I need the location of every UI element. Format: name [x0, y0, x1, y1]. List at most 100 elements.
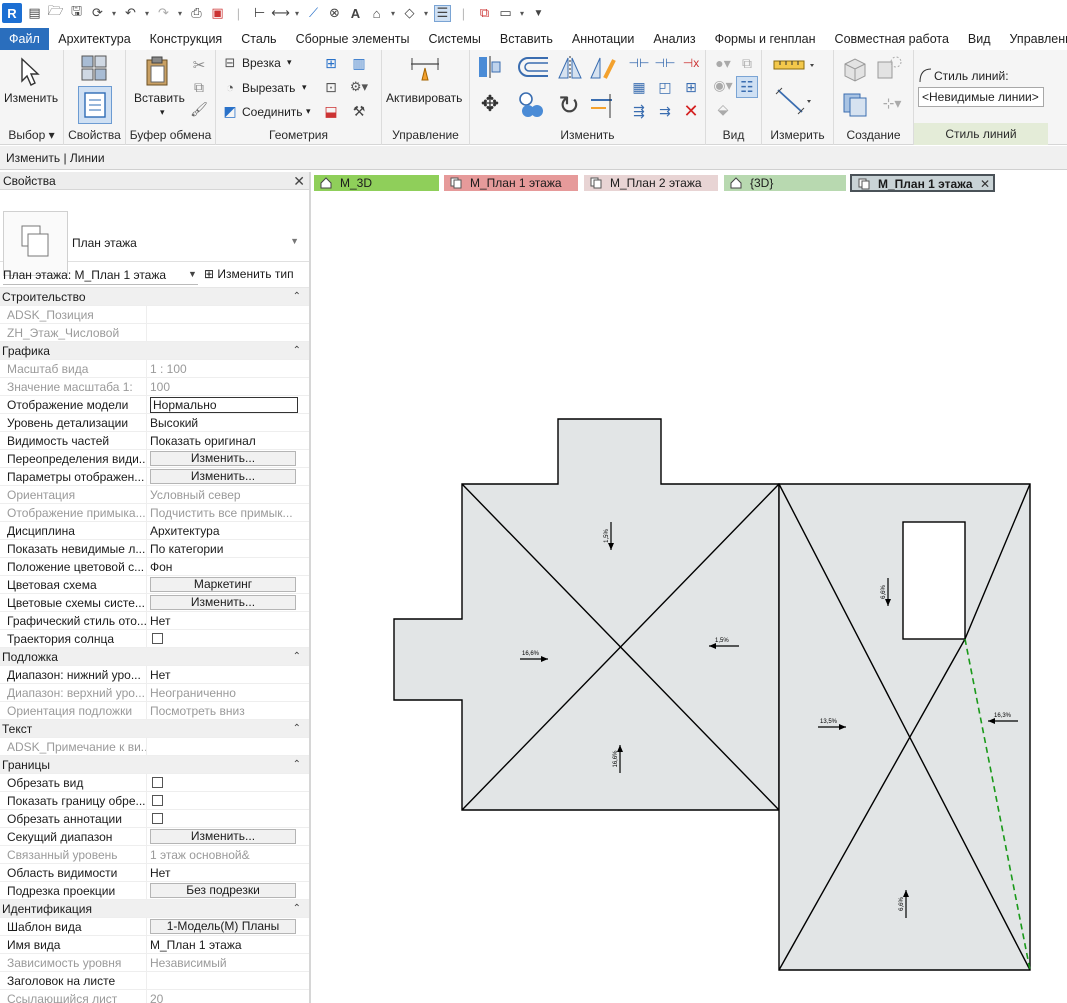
close-hidden-icon[interactable]: ⧉ [476, 5, 493, 22]
menu-architecture[interactable]: Архитектура [49, 28, 140, 50]
collapse-icon[interactable]: ⌃ [293, 900, 301, 918]
scale-icon[interactable]: ◰ [656, 78, 674, 96]
edit-type-button[interactable]: ⊞ Изменить тип [204, 267, 294, 281]
menu-precast[interactable]: Сборные элементы [286, 28, 419, 50]
type-selector[interactable]: План этажа ▼ [0, 190, 309, 276]
trim-single-icon[interactable]: ⇶ [630, 102, 648, 120]
property-group[interactable]: Текст ⌃ [0, 720, 309, 738]
view-overlay-icon[interactable]: ⧉ [738, 54, 756, 72]
unpin-icon[interactable]: ⊣x [682, 54, 700, 72]
menu-annotate[interactable]: Аннотации [562, 28, 643, 50]
text-icon[interactable]: A [347, 5, 364, 22]
chevron-down-icon[interactable]: ▾ [176, 5, 184, 22]
create-assembly-icon[interactable] [840, 54, 870, 84]
property-edit-button[interactable]: Маркетинг [150, 577, 296, 592]
type-properties-icon[interactable] [78, 53, 110, 83]
join-dropdown-icon[interactable]: ▾ [306, 106, 311, 117]
menu-manage[interactable]: Управление [1000, 28, 1067, 50]
app-logo[interactable]: R [2, 3, 22, 23]
property-value[interactable]: Изменить... [147, 450, 309, 467]
copy-element-icon[interactable] [516, 90, 546, 120]
array-icon[interactable]: ▦ [630, 78, 648, 96]
property-checkbox[interactable] [152, 633, 163, 644]
menu-file[interactable]: Файл [0, 28, 49, 50]
view-instance-select[interactable]: План этажа: М_План 1 этажа [3, 268, 198, 285]
property-value[interactable] [147, 792, 309, 809]
hide-bulb-icon[interactable]: ●▾ [714, 54, 732, 72]
view-tab[interactable]: {3D} [724, 175, 846, 191]
join-icon[interactable]: ◩ [222, 103, 238, 119]
collapse-icon[interactable]: ⌃ [293, 648, 301, 666]
mirror-draw-icon[interactable] [588, 54, 616, 82]
property-group[interactable]: Графика ⌃ [0, 342, 309, 360]
property-value[interactable]: Нормально [147, 396, 309, 413]
chevron-down-icon[interactable]: ▾ [293, 5, 301, 22]
file-icon[interactable]: ▤ [26, 5, 43, 22]
property-value[interactable]: Без подрезки [147, 882, 309, 899]
collapse-icon[interactable]: ⌃ [293, 288, 301, 306]
property-value[interactable]: Нет [147, 864, 309, 881]
wall-joins-icon[interactable]: ⊡ [322, 78, 340, 96]
property-input[interactable]: Нормально [150, 397, 298, 413]
property-value[interactable]: Фон [147, 558, 309, 575]
chevron-down-icon[interactable]: ▾ [110, 5, 118, 22]
type-dropdown-icon[interactable]: ▼ [290, 236, 299, 246]
edit-cut-profile-icon[interactable]: ⬓ [322, 102, 340, 120]
override-graphics-icon[interactable]: ◉▾ [713, 76, 732, 94]
collapse-icon[interactable]: ⌃ [293, 720, 301, 738]
paste-button[interactable]: Вставить [134, 91, 185, 105]
thin-lines-icon[interactable]: ☰ [434, 4, 451, 22]
rotate-icon[interactable]: ↻ [554, 90, 584, 120]
modify-button[interactable]: Изменить [4, 91, 58, 105]
split-face-icon[interactable]: ⊞ [322, 54, 340, 72]
create-parts-icon[interactable] [874, 54, 904, 84]
hammer-icon[interactable]: ⚒ [350, 102, 368, 120]
property-value[interactable]: Нет [147, 666, 309, 683]
property-group[interactable]: Строительство ⌃ [0, 288, 309, 306]
tag-icon[interactable]: ⟋ [305, 5, 322, 22]
cut-out-button[interactable]: Вырезать [242, 81, 295, 95]
view-tab[interactable]: М_План 1 этажа [444, 175, 578, 191]
property-value[interactable]: Изменить... [147, 828, 309, 845]
paint-bucket-icon[interactable]: ⬙ [714, 100, 732, 118]
trim-extend-icon[interactable] [588, 90, 618, 120]
collapse-icon[interactable]: ⌃ [293, 342, 301, 360]
paste-dropdown-icon[interactable]: ▾ [160, 107, 165, 118]
match-type-icon[interactable]: 🖌 [190, 100, 208, 118]
copy-icon[interactable]: ⧉ [190, 78, 208, 96]
create-similar-icon[interactable]: ⊹▾ [878, 88, 906, 118]
align-icon[interactable] [476, 54, 502, 80]
panel-select-label[interactable]: Выбор ▾ [0, 128, 63, 142]
open-icon[interactable]: 🗁 [47, 3, 64, 22]
dimension-icon[interactable]: ⟷ [271, 5, 290, 22]
create-group-icon[interactable] [840, 88, 872, 120]
menu-massing-site[interactable]: Формы и генплан [705, 28, 825, 50]
print-icon[interactable]: ⎙ [188, 5, 205, 22]
property-value[interactable]: По категории [147, 540, 309, 557]
undo-icon[interactable]: ↶ [122, 5, 139, 22]
export-icon[interactable]: ▣ [209, 5, 226, 22]
switch-windows-icon[interactable]: ▭ [497, 5, 514, 22]
property-checkbox[interactable] [152, 813, 163, 824]
paint-icon[interactable]: ▥ [350, 54, 368, 72]
menu-systems[interactable]: Системы [419, 28, 490, 50]
cope-icon[interactable]: ⊟ [222, 55, 238, 71]
home-3d-icon[interactable]: ⌂ [368, 5, 385, 22]
menu-structure[interactable]: Конструкция [140, 28, 232, 50]
menu-view[interactable]: Вид [958, 28, 1000, 50]
activate-dimensions-icon[interactable] [408, 54, 442, 86]
property-value[interactable] [147, 630, 309, 647]
property-value[interactable]: Архитектура [147, 522, 309, 539]
property-value[interactable]: Маркетинг [147, 576, 309, 593]
join-button[interactable]: Соединить [242, 105, 303, 119]
chevron-down-icon[interactable]: ▾ [422, 5, 430, 22]
property-value[interactable]: Изменить... [147, 468, 309, 485]
customize-icon[interactable]: ▼ [530, 5, 547, 22]
view-tab[interactable]: М_План 1 этажа ✕ [850, 174, 995, 192]
line-style-select[interactable]: <Невидимые линии> [918, 87, 1044, 107]
menu-analyze[interactable]: Анализ [644, 28, 705, 50]
property-checkbox[interactable] [152, 795, 163, 806]
view-tab[interactable]: М_3D [314, 175, 439, 191]
delete-icon[interactable]: ✕ [682, 101, 700, 121]
cut-geometry-button[interactable]: Врезка [242, 56, 281, 70]
